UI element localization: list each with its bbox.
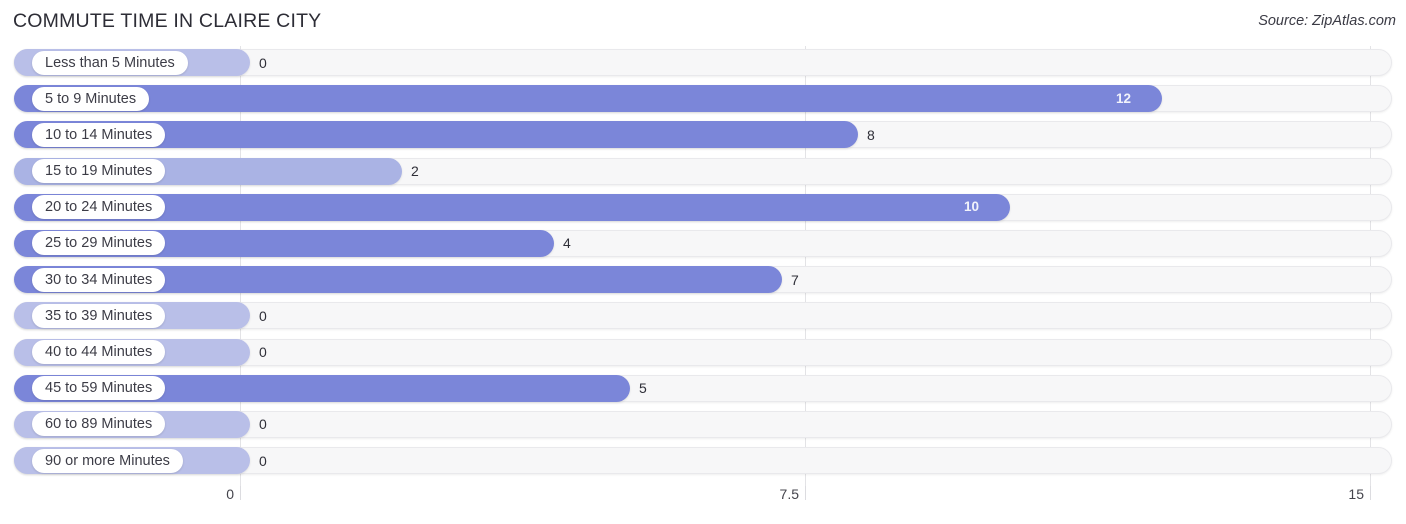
bar-row: 15 to 19 Minutes 2 (0, 155, 1406, 191)
x-axis: 0 7.5 15 (0, 486, 1406, 524)
bar-value-label: 4 (563, 235, 571, 252)
bar-row: 25 to 29 Minutes 4 (0, 227, 1406, 263)
bar-category-label: 5 to 9 Minutes (32, 86, 150, 111)
bar-value-label: 0 (259, 344, 267, 360)
bar[interactable] (14, 85, 1162, 113)
bar-row: 30 to 34 Minutes 7 (0, 263, 1406, 299)
x-tick-mark (1370, 486, 1371, 500)
source-attribution: Source: ZipAtlas.com (1258, 13, 1396, 29)
x-tick-mark (805, 486, 806, 500)
bar-row: 40 to 44 Minutes 0 (0, 336, 1406, 372)
bar-row: 20 to 24 Minutes 10 (0, 191, 1406, 227)
bar-row: 90 or more Minutes 0 (0, 444, 1406, 480)
bar-category-label: 35 to 39 Minutes (32, 303, 166, 328)
bar-row: 60 to 89 Minutes 0 (0, 408, 1406, 444)
x-tick-mark (240, 486, 241, 500)
bar-row: 10 to 14 Minutes 8 (0, 118, 1406, 154)
bar-category-label: 60 to 89 Minutes (32, 412, 166, 437)
bar-value-label: 8 (867, 126, 875, 143)
x-tick-label: 7.5 (779, 486, 799, 502)
bar-category-label: 90 or more Minutes (32, 448, 183, 473)
bar-category-label: 15 to 19 Minutes (32, 159, 166, 184)
page-title: COMMUTE TIME IN CLAIRE CITY (13, 10, 322, 32)
bar-row: 5 to 9 Minutes 12 (0, 82, 1406, 118)
bar-value-label: 7 (791, 271, 799, 288)
bar-category-label: 45 to 59 Minutes (32, 376, 166, 401)
chart-page: COMMUTE TIME IN CLAIRE CITY Source: ZipA… (0, 0, 1406, 524)
x-tick-label: 0 (226, 486, 234, 502)
bar-category-label: 10 to 14 Minutes (32, 122, 166, 147)
bar-category-label: 20 to 24 Minutes (32, 195, 166, 220)
bar-row: 35 to 39 Minutes 0 (0, 299, 1406, 335)
bar-value-label: 2 (411, 163, 419, 180)
bar-category-label: Less than 5 Minutes (32, 50, 188, 75)
bar-value-label: 0 (259, 452, 267, 469)
plot-area: Less than 5 Minutes 0 5 to 9 Minutes 12 10 t… (0, 46, 1406, 486)
bar-category-label: 40 to 44 Minutes (32, 340, 166, 364)
bar-value-label: 0 (259, 416, 267, 433)
chart-header: COMMUTE TIME IN CLAIRE CITY Source: ZipA… (0, 0, 1406, 44)
bar-row: Less than 5 Minutes 0 (0, 46, 1406, 82)
bar-value-label: 0 (259, 307, 267, 324)
bar-value-label: 12 (1116, 90, 1132, 106)
x-tick-label: 15 (1348, 486, 1364, 502)
bar-value-label: 0 (259, 54, 267, 71)
bar-rows: Less than 5 Minutes 0 5 to 9 Minutes 12 10 t… (0, 46, 1406, 480)
bar-row: 45 to 59 Minutes 5 (0, 372, 1406, 408)
bar-value-label: 10 (964, 199, 980, 215)
bar-category-label: 25 to 29 Minutes (32, 231, 166, 256)
bar-value-label: 5 (639, 380, 647, 397)
bar-category-label: 30 to 34 Minutes (32, 267, 166, 292)
